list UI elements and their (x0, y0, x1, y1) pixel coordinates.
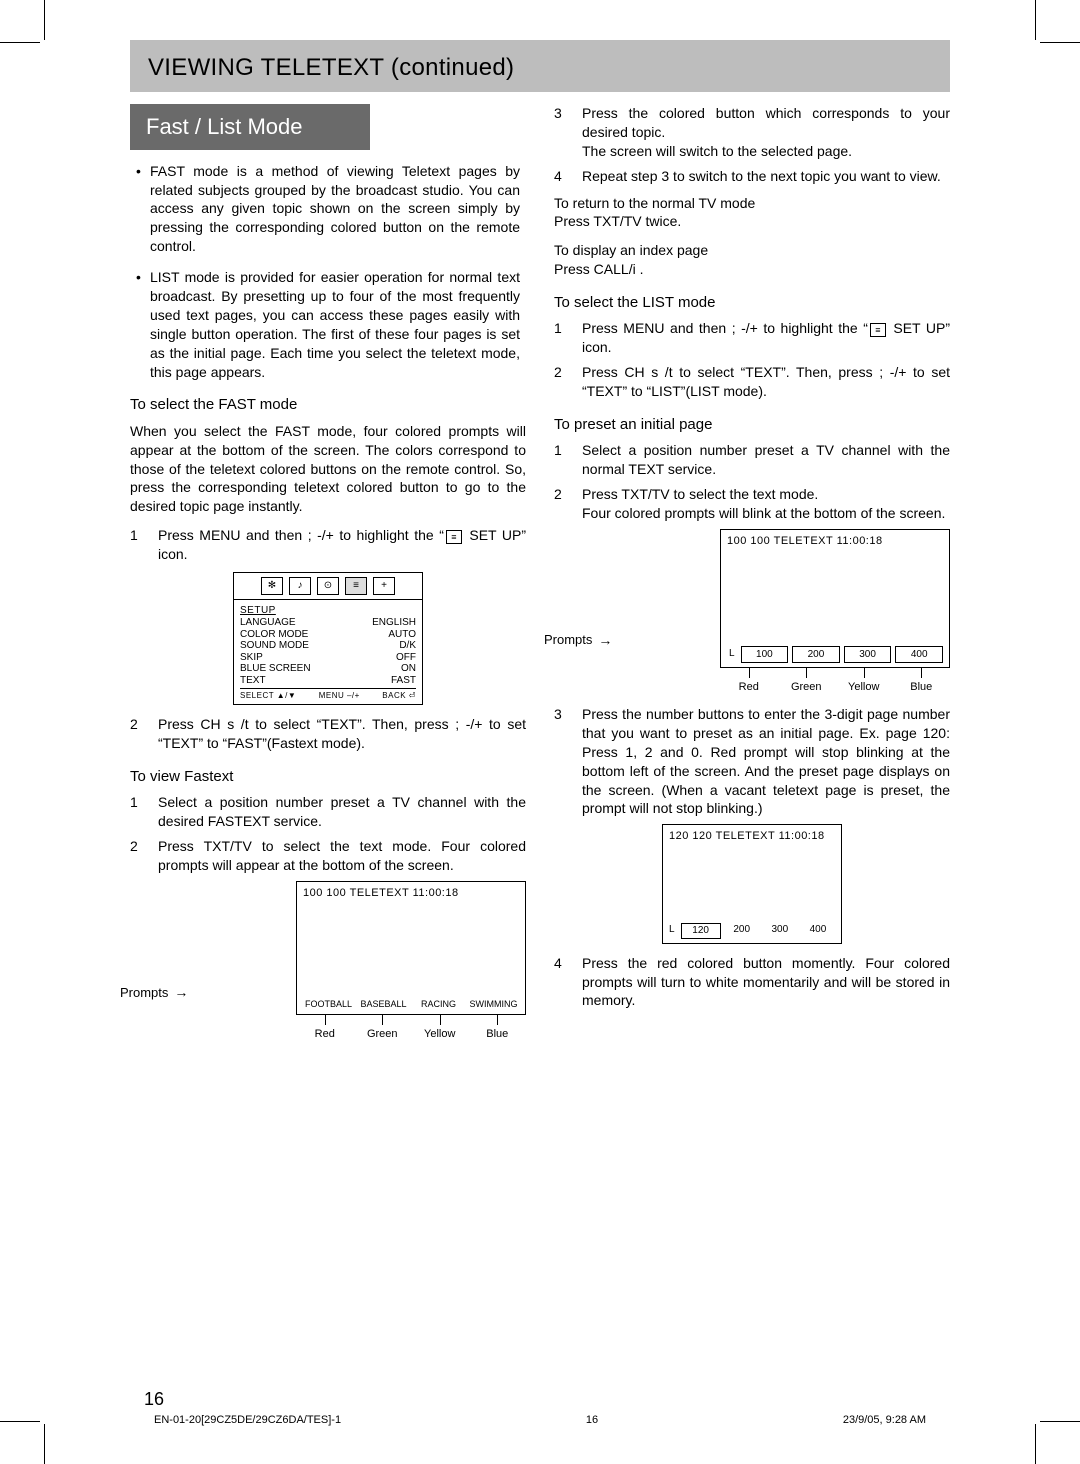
osd-tab-icon: + (373, 577, 395, 595)
setup-icon: ≡ (870, 323, 886, 337)
setup-icon: ≡ (446, 530, 462, 544)
prompts-label: Prompts (544, 631, 592, 649)
page-title: VIEWING TELETEXT (continued) (148, 54, 932, 82)
arrow-icon (174, 983, 188, 1002)
section-header: VIEWING TELETEXT (continued) (130, 40, 950, 92)
subheader-list: To select the LIST mode (554, 293, 950, 313)
mode-header: Fast / List Mode (130, 104, 370, 150)
subheader-fast: To select the FAST mode (130, 395, 526, 415)
fastext-step-2: 2Press TXT/TV to select the text mode. F… (130, 837, 526, 875)
fast-step-1-pre: Press MENU and then ; -/+ to highlight t… (158, 527, 444, 543)
osd-row: SOUND MODED/K (240, 640, 416, 652)
page: VIEWING TELETEXT (continued) Fast / List… (130, 40, 950, 1420)
footer-right: 23/9/05, 9:28 AM (843, 1414, 926, 1426)
osd-tabs: ✻ ♪ ⊙ ≡ + (233, 572, 423, 600)
crop-mark (1010, 1396, 1060, 1446)
teletext-mock-fastext: Prompts 100 100 TELETEXT 11:00:18 FOOTBA… (130, 881, 526, 1042)
right-column: 3Press the colored button which correspo… (554, 104, 950, 1052)
preset-step-4: 4Press the red colored button momently. … (554, 954, 950, 1011)
teletext-mock-list: Prompts 100 100 TELETEXT 11:00:18 L 100 … (554, 529, 950, 695)
list-step-2: 2Press CH s /t to select “TEXT”. Then, p… (554, 363, 950, 401)
color-labels: Red Green Yellow Blue (720, 670, 950, 695)
color-labels: Red Green Yellow Blue (296, 1017, 526, 1042)
osd-row: TEXTFAST (240, 675, 416, 687)
left-column: Fast / List Mode FAST mode is a method o… (130, 104, 526, 1052)
return-tv-1: To return to the normal TV mode (554, 194, 950, 213)
preset-step-1: 1Select a position number preset a TV ch… (554, 441, 950, 479)
footer-mid: 16 (586, 1414, 598, 1426)
crop-mark (20, 18, 70, 68)
crop-mark (20, 1396, 70, 1446)
list-step-1: 1 Press MENU and then ; -/+ to highlight… (554, 319, 950, 357)
teletext-header: 120 120 TELETEXT 11:00:18 (663, 825, 841, 848)
fastext-step-1: 1Select a position number preset a TV ch… (130, 793, 526, 831)
footer-left: EN-01-20[29CZ5DE/29CZ6DA/TES]-1 (154, 1414, 341, 1426)
teletext-prompts: L 120 200 300 400 (663, 918, 841, 943)
teletext-mock-preset: 120 120 TELETEXT 11:00:18 L 120 200 300 … (554, 824, 950, 943)
osd-title: SETUP (240, 604, 416, 618)
subheader-view-fastext: To view Fastext (130, 767, 526, 787)
right-step-4: 4Repeat step 3 to switch to the next top… (554, 167, 950, 186)
teletext-prompts: L 100 200 300 400 (721, 641, 949, 668)
fast-intro: When you select the FAST mode, four colo… (130, 422, 526, 516)
crop-mark (1010, 18, 1060, 68)
teletext-header: 100 100 TELETEXT 11:00:18 (297, 882, 525, 905)
subheader-preset: To preset an initial page (554, 415, 950, 435)
teletext-body (297, 905, 525, 993)
footer-line: EN-01-20[29CZ5DE/29CZ6DA/TES]-1 16 23/9/… (130, 1414, 950, 1426)
return-tv-2: Press TXT/TV twice. (554, 212, 950, 231)
osd-row: SKIPOFF (240, 652, 416, 664)
page-number: 16 (144, 1389, 164, 1410)
osd-tab-icon: ✻ (261, 577, 283, 595)
arrow-icon (598, 631, 612, 650)
osd-row: COLOR MODEAUTO (240, 629, 416, 641)
index-1: To display an index page (554, 241, 950, 260)
fast-step-1: 1 Press MENU and then ; -/+ to highlight… (130, 526, 526, 564)
teletext-prompts: FOOTBALL BASEBALL RACING SWIMMING (297, 993, 525, 1014)
teletext-body (721, 553, 949, 641)
teletext-header: 100 100 TELETEXT 11:00:18 (721, 530, 949, 553)
prompts-label: Prompts (120, 984, 168, 1002)
preset-step-2: 2Press TXT/TV to select the text mode.Fo… (554, 485, 950, 523)
osd-setup: ✻ ♪ ⊙ ≡ + SETUP LANGUAGEENGLISH COLOR MO… (233, 572, 423, 705)
bullet-list: LIST mode is provided for easier operati… (136, 268, 520, 381)
right-step-3: 3Press the colored button which correspo… (554, 104, 950, 161)
index-2: Press CALL/i . (554, 260, 950, 279)
osd-tab-icon: ≡ (345, 577, 367, 595)
osd-footer: SELECT ▲/▼ MENU –/+ BACK ⏎ (240, 688, 416, 702)
osd-tab-icon: ♪ (289, 577, 311, 595)
osd-row: LANGUAGEENGLISH (240, 617, 416, 629)
fast-step-2: 2Press CH s /t to select “TEXT”. Then, p… (130, 715, 526, 753)
osd-tab-icon: ⊙ (317, 577, 339, 595)
preset-step-3: 3Press the number buttons to enter the 3… (554, 705, 950, 818)
bullet-fast: FAST mode is a method of viewing Teletex… (136, 162, 520, 256)
osd-row: BLUE SCREENON (240, 663, 416, 675)
teletext-body (663, 848, 841, 918)
